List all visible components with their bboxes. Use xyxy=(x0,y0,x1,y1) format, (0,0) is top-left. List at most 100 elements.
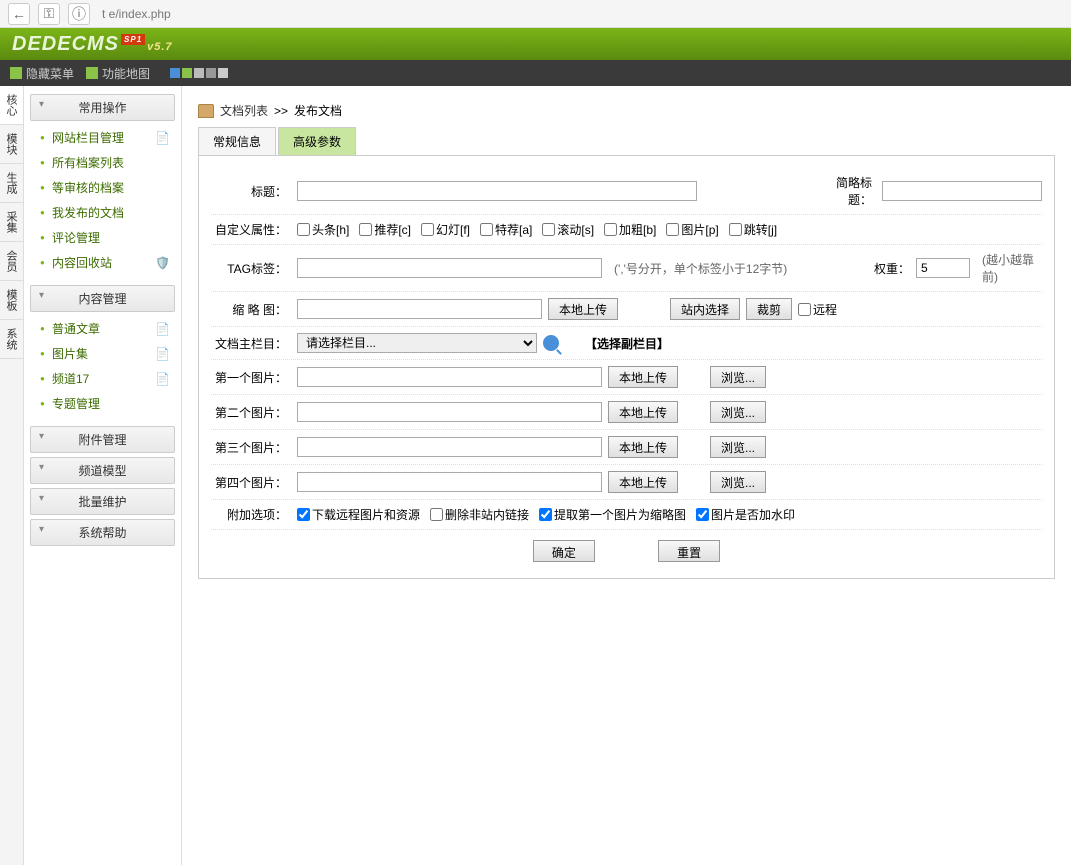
tag-input[interactable] xyxy=(297,258,602,278)
lefttab-template[interactable]: 模板 xyxy=(0,281,23,320)
pic2-browse[interactable]: 浏览... xyxy=(710,401,766,423)
pic2-upload[interactable]: 本地上传 xyxy=(608,401,678,423)
opt-delete-ext[interactable]: 删除非站内链接 xyxy=(430,506,529,523)
grid-icon xyxy=(10,67,22,79)
hide-menu-label: 隐藏菜单 xyxy=(26,65,74,82)
sidebar-item-article[interactable]: 普通文章📄 xyxy=(30,316,175,341)
square-green[interactable] xyxy=(182,68,192,78)
tag-label: TAG标签： xyxy=(211,260,291,277)
sidebar-group-content[interactable]: 内容管理 xyxy=(30,285,175,312)
lefttab-generate[interactable]: 生成 xyxy=(0,164,23,203)
opt-download[interactable]: 下载远程图片和资源 xyxy=(297,506,420,523)
tab-normal[interactable]: 常规信息 xyxy=(198,127,276,155)
subcat-link[interactable]: 【选择副栏目】 xyxy=(585,335,669,352)
weight-input[interactable] xyxy=(916,258,970,278)
sidebar-item-recycle[interactable]: 内容回收站🛡️ xyxy=(30,250,175,275)
opt-firstpic[interactable]: 提取第一个图片为缩略图 xyxy=(539,506,686,523)
browser-url[interactable]: t e/index.php xyxy=(98,7,1063,21)
left-tabs: 核心 模块 生成 采集 会员 模板 系统 xyxy=(0,86,24,865)
sidebar-item-mydocs[interactable]: 我发布的文档 xyxy=(30,200,175,225)
doc-icon: 📄 xyxy=(155,347,169,361)
browser-info-icon[interactable]: ⓘ xyxy=(68,3,90,25)
square-gray2[interactable] xyxy=(206,68,216,78)
pic4-browse[interactable]: 浏览... xyxy=(710,471,766,493)
attr-chk-s[interactable]: 滚动[s] xyxy=(542,221,594,238)
pic2-input[interactable] xyxy=(297,402,602,422)
maincat-select[interactable]: 请选择栏目... xyxy=(297,333,537,353)
breadcrumb: 文档列表 >> 发布文档 xyxy=(198,98,1055,123)
hide-menu-button[interactable]: 隐藏菜单 xyxy=(10,65,74,82)
attr-chk-b[interactable]: 加粗[b] xyxy=(604,221,656,238)
doc-icon: 📄 xyxy=(155,322,169,336)
sidebar-group-common[interactable]: 常用操作 xyxy=(30,94,175,121)
thumb-input[interactable] xyxy=(297,299,542,319)
pic3-upload[interactable]: 本地上传 xyxy=(608,436,678,458)
lefttab-system[interactable]: 系统 xyxy=(0,320,23,359)
folder-icon xyxy=(198,104,214,118)
logo: DEDECMSSP1v5.7 xyxy=(12,33,173,56)
thumb-label: 缩 略 图： xyxy=(211,301,291,318)
thumb-local-upload[interactable]: 本地上传 xyxy=(548,298,618,320)
grid-icon xyxy=(86,67,98,79)
bc-current: 发布文档 xyxy=(294,102,342,119)
attr-chk-c[interactable]: 推荐[c] xyxy=(359,221,411,238)
attr-chk-f[interactable]: 幻灯[f] xyxy=(421,221,470,238)
sidebar-item-comments[interactable]: 评论管理 xyxy=(30,225,175,250)
sidebar-item-special[interactable]: 专题管理 xyxy=(30,391,175,416)
square-gray3[interactable] xyxy=(218,68,228,78)
pic1-input[interactable] xyxy=(297,367,602,387)
pic1-upload[interactable]: 本地上传 xyxy=(608,366,678,388)
sidebar-item-imageset[interactable]: 图片集📄 xyxy=(30,341,175,366)
sidebar-item-channel17[interactable]: 频道17📄 xyxy=(30,366,175,391)
lefttab-member[interactable]: 会员 xyxy=(0,242,23,281)
pic1-browse[interactable]: 浏览... xyxy=(710,366,766,388)
browser-key-icon[interactable]: ⚿ xyxy=(38,3,60,25)
attr-chk-p[interactable]: 图片[p] xyxy=(666,221,718,238)
browser-back-button[interactable]: ← xyxy=(8,3,30,25)
maincat-label: 文档主栏目： xyxy=(211,335,291,352)
thumb-remote[interactable]: 远程 xyxy=(798,301,837,318)
sidebar-item-catalog[interactable]: 网站栏目管理📄 xyxy=(30,125,175,150)
extra-label: 附加选项： xyxy=(211,506,291,523)
sidebar-group-help[interactable]: 系统帮助 xyxy=(30,519,175,546)
tag-hint: (','号分开，单个标签小于12字节) xyxy=(614,260,787,277)
shorttitle-input[interactable] xyxy=(882,181,1042,201)
attr-chk-h[interactable]: 头条[h] xyxy=(297,221,349,238)
title-input[interactable] xyxy=(297,181,697,201)
lefttab-collect[interactable]: 采集 xyxy=(0,203,23,242)
shorttitle-label: 简略标题： xyxy=(816,174,876,208)
sidebar-item-pending[interactable]: 等审核的档案 xyxy=(30,175,175,200)
sidebar-group-attach[interactable]: 附件管理 xyxy=(30,426,175,453)
attr-chk-a[interactable]: 特荐[a] xyxy=(480,221,532,238)
pic3-label: 第三个图片： xyxy=(211,439,291,456)
sidebar-group-batch[interactable]: 批量维护 xyxy=(30,488,175,515)
thumb-crop[interactable]: 裁剪 xyxy=(746,298,792,320)
pic3-input[interactable] xyxy=(297,437,602,457)
lefttab-core[interactable]: 核心 xyxy=(0,86,23,125)
square-blue[interactable] xyxy=(170,68,180,78)
pic2-label: 第二个图片： xyxy=(211,404,291,421)
sidebar-item-allarchive[interactable]: 所有档案列表 xyxy=(30,150,175,175)
pic3-browse[interactable]: 浏览... xyxy=(710,436,766,458)
bc-list[interactable]: 文档列表 xyxy=(220,102,268,119)
submit-button[interactable]: 确定 xyxy=(533,540,595,562)
sitemap-button[interactable]: 功能地图 xyxy=(86,65,150,82)
search-icon[interactable] xyxy=(543,335,559,351)
weight-hint: (越小越靠前) xyxy=(982,251,1042,285)
browser-bar: ← ⚿ ⓘ t e/index.php xyxy=(0,0,1071,28)
pic4-upload[interactable]: 本地上传 xyxy=(608,471,678,493)
sidebar-group-channel[interactable]: 频道模型 xyxy=(30,457,175,484)
attr-chk-j[interactable]: 跳转[j] xyxy=(729,221,777,238)
header: DEDECMSSP1v5.7 xyxy=(0,28,1071,60)
sidebar: 常用操作 网站栏目管理📄 所有档案列表 等审核的档案 我发布的文档 评论管理 内… xyxy=(24,86,182,865)
tab-advanced[interactable]: 高级参数 xyxy=(278,127,356,155)
pic4-label: 第四个图片： xyxy=(211,474,291,491)
attr-label: 自定义属性： xyxy=(211,221,291,238)
pic4-input[interactable] xyxy=(297,472,602,492)
lefttab-module[interactable]: 模块 xyxy=(0,125,23,164)
thumb-site-select[interactable]: 站内选择 xyxy=(670,298,740,320)
reset-button[interactable]: 重置 xyxy=(658,540,720,562)
opt-watermark[interactable]: 图片是否加水印 xyxy=(696,506,795,523)
square-gray1[interactable] xyxy=(194,68,204,78)
form-tabs: 常规信息 高级参数 xyxy=(198,127,1055,156)
